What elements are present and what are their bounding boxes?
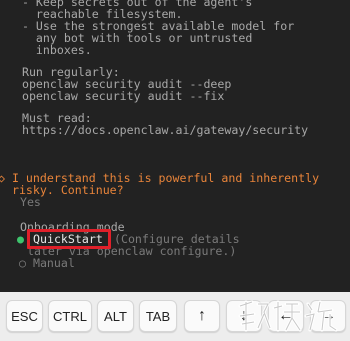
arrow-up-key[interactable]: ↑ [184, 300, 220, 332]
arrow-right-key[interactable]: → [310, 300, 346, 332]
terminal-line: inboxes. [8, 43, 92, 57]
terminal-window[interactable]: - Keep secrets out of the agent's reacha… [0, 0, 350, 292]
arrow-left-key[interactable]: ← [268, 300, 304, 332]
arrow-down-key[interactable]: ↓ [226, 300, 262, 332]
ctrl-key[interactable]: CTRL [48, 300, 92, 332]
terminal-line: openclaw security audit --fix [8, 89, 225, 103]
esc-key[interactable]: ESC [6, 300, 43, 332]
extra-keys-bar: ESC CTRL ALT TAB ↑ ↓ ← → [0, 292, 350, 341]
highlight-box [27, 229, 111, 249]
terminal-line: https://docs.openclaw.ai/gateway/securit… [8, 123, 309, 137]
tab-key[interactable]: TAB [139, 300, 177, 332]
option-manual[interactable]: ○ Manual [19, 257, 75, 269]
alt-key[interactable]: ALT [97, 300, 134, 332]
confirm-answer-yes: Yes [6, 195, 41, 209]
